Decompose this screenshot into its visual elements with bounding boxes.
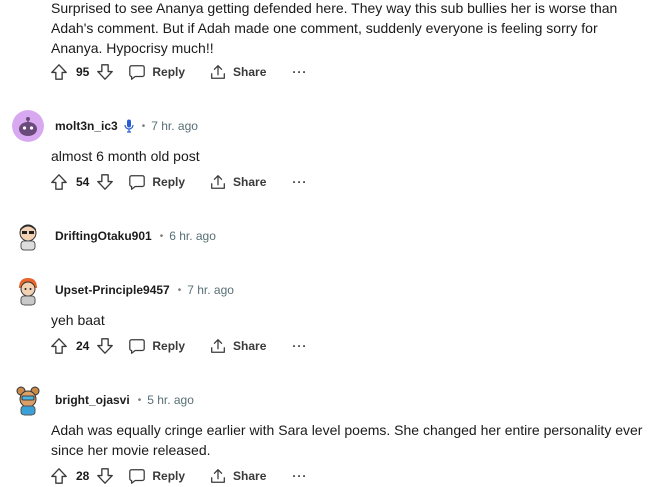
share-button[interactable]: Share: [209, 337, 266, 355]
upvote-icon[interactable]: [50, 63, 68, 81]
upvote-icon[interactable]: [50, 173, 68, 191]
share-label: Share: [233, 339, 267, 353]
share-icon: [209, 467, 227, 485]
timestamp[interactable]: 7 hr. ago: [151, 119, 198, 133]
username[interactable]: molt3n_ic3: [55, 119, 118, 133]
comment-actions: 28 Reply Share ···: [50, 465, 307, 487]
more-options-button[interactable]: ···: [292, 469, 307, 483]
comment-text: Adah was equally cringe earlier with Sar…: [51, 422, 643, 458]
username[interactable]: bright_ojasvi: [55, 393, 130, 407]
comment-text: yeh baat: [51, 312, 105, 328]
avatar[interactable]: [12, 384, 44, 416]
downvote-icon[interactable]: [96, 63, 114, 81]
avatar[interactable]: [12, 274, 44, 306]
comment-actions: 24 Reply Share ···: [50, 335, 307, 357]
avatar[interactable]: [12, 220, 44, 252]
vote-count: 24: [76, 339, 90, 353]
reply-label: Reply: [152, 175, 186, 189]
avatar[interactable]: [12, 110, 44, 142]
username[interactable]: Upset-Principle9457: [55, 283, 170, 297]
reply-button[interactable]: Reply: [128, 63, 185, 81]
downvote-icon[interactable]: [96, 337, 114, 355]
downvote-icon[interactable]: [96, 467, 114, 485]
comment-header: DriftingOtaku901 • 6 hr. ago: [12, 220, 216, 252]
share-icon: [209, 337, 227, 355]
reply-icon: [128, 467, 146, 485]
microphone-icon: [124, 119, 134, 133]
timestamp[interactable]: 6 hr. ago: [169, 229, 216, 243]
more-options-button[interactable]: ···: [292, 339, 307, 353]
separator-dot: •: [141, 120, 146, 132]
share-label: Share: [233, 65, 267, 79]
share-icon: [209, 173, 227, 191]
timestamp[interactable]: 7 hr. ago: [187, 283, 234, 297]
comment-actions: 54 Reply Share ···: [50, 171, 307, 193]
separator-dot: •: [137, 394, 142, 406]
separator-dot: •: [159, 230, 164, 242]
upvote-icon[interactable]: [50, 467, 68, 485]
comment-text: almost 6 month old post: [51, 148, 200, 164]
reply-button[interactable]: Reply: [128, 173, 185, 191]
reply-icon: [128, 63, 146, 81]
reply-label: Reply: [152, 469, 186, 483]
comment-text: Surprised to see Ananya getting defended…: [51, 0, 618, 56]
timestamp[interactable]: 5 hr. ago: [147, 393, 194, 407]
share-button[interactable]: Share: [209, 173, 266, 191]
comment-actions: 95 Reply Share ···: [50, 61, 307, 83]
reply-icon: [128, 337, 146, 355]
more-options-button[interactable]: ···: [292, 175, 307, 189]
share-button[interactable]: Share: [209, 467, 266, 485]
share-label: Share: [233, 469, 267, 483]
comment-header: Upset-Principle9457 • 7 hr. ago: [12, 274, 234, 306]
comment-header: bright_ojasvi • 5 hr. ago: [12, 384, 194, 416]
separator-dot: •: [177, 284, 182, 296]
reply-button[interactable]: Reply: [128, 337, 185, 355]
downvote-icon[interactable]: [96, 173, 114, 191]
reply-icon: [128, 173, 146, 191]
comment-header: molt3n_ic3 • 7 hr. ago: [12, 110, 198, 142]
reply-label: Reply: [152, 339, 186, 353]
reply-button[interactable]: Reply: [128, 467, 185, 485]
upvote-icon[interactable]: [50, 337, 68, 355]
username[interactable]: DriftingOtaku901: [55, 229, 152, 243]
share-icon: [209, 63, 227, 81]
share-button[interactable]: Share: [209, 63, 266, 81]
more-options-button[interactable]: ···: [292, 65, 307, 79]
reply-label: Reply: [152, 65, 186, 79]
share-label: Share: [233, 175, 267, 189]
vote-count: 95: [76, 65, 90, 79]
vote-count: 28: [76, 469, 90, 483]
vote-count: 54: [76, 175, 90, 189]
